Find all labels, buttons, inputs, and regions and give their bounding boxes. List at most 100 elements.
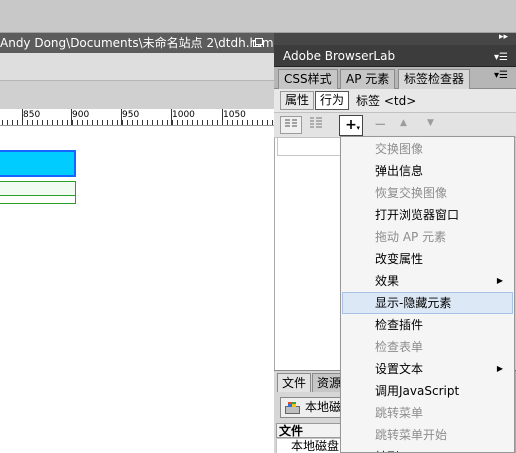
menu-item[interactable]: 检查表单	[342, 336, 513, 358]
toolbar-area	[0, 0, 516, 33]
menu-item-label: 跳转菜单开始	[375, 428, 448, 442]
ruler-tick	[37, 120, 38, 125]
behaviors-toolbar: + ▾ − ▲ ▼	[274, 113, 516, 138]
ruler-tick	[262, 120, 263, 125]
ruler-tick	[12, 120, 13, 125]
submenu-arrow-icon: ▶	[496, 276, 503, 285]
menu-item[interactable]: 显示-隐藏元素	[342, 292, 513, 314]
menu-item-label: 交换图像	[375, 142, 424, 156]
show-all-events-icon[interactable]	[305, 116, 327, 134]
ruler-tick	[87, 120, 88, 125]
ruler-tick	[97, 120, 98, 125]
ruler-tick	[217, 120, 218, 125]
ruler-tick	[267, 120, 268, 125]
ruler-tick	[62, 120, 63, 125]
menu-item[interactable]: 设置文本 ▶	[342, 358, 513, 380]
table-row[interactable]	[0, 196, 76, 204]
ruler-tick	[142, 120, 143, 125]
ruler-tick	[187, 120, 188, 125]
browserlab-panel-header[interactable]: Adobe BrowserLab ▾☰	[274, 45, 516, 67]
tab-css-styles[interactable]: CSS样式	[278, 69, 338, 89]
ruler-label: 850	[23, 110, 41, 120]
menu-item[interactable]: 改变属性	[342, 248, 513, 270]
tag-label: 标签 <td>	[356, 94, 417, 108]
add-behavior-button[interactable]: + ▾	[339, 115, 363, 136]
ruler-tick	[167, 120, 168, 125]
ruler-tick	[232, 120, 233, 125]
events-column-header	[277, 138, 341, 156]
submenu-arrow-icon: ▶	[496, 364, 503, 373]
ruler-tick	[192, 120, 193, 125]
ruler-tick	[272, 120, 273, 125]
ruler-label: 950	[122, 110, 140, 120]
ruler-tick	[17, 120, 18, 125]
tab-tag-inspector[interactable]: 标签检查器	[398, 69, 471, 89]
menu-item-label: 调用JavaScript	[375, 384, 460, 398]
menu-item[interactable]: 调用JavaScript	[342, 380, 513, 402]
files-column-header[interactable]: 文件	[276, 423, 346, 438]
ruler-tick	[72, 120, 73, 125]
ruler-tick	[102, 120, 103, 125]
ruler-tick	[162, 120, 163, 125]
ruler-tick	[47, 120, 48, 125]
menu-item-label: 检查插件	[375, 318, 424, 332]
document-toolbar	[0, 53, 274, 81]
menu-item[interactable]: 弹出信息	[342, 160, 513, 182]
ruler-tick	[212, 120, 213, 125]
ruler-tick	[7, 120, 8, 125]
ruler-tick	[177, 120, 178, 125]
ruler-tick	[112, 120, 113, 125]
add-behavior-menu: 交换图像弹出信息恢复交换图像 打开浏览器窗口 拖动 AP 元素改变属性效果 ▶ 显示-隐…	[340, 136, 515, 453]
local-disk-icon	[285, 402, 300, 414]
menu-item[interactable]: 效果 ▶	[342, 270, 513, 292]
restore-window-icon[interactable]	[253, 38, 263, 47]
show-set-events-icon[interactable]	[280, 116, 302, 134]
ruler-tick	[27, 120, 28, 125]
menu-item[interactable]: 转到 URL	[342, 446, 513, 452]
menu-item[interactable]: 跳转菜单	[342, 402, 513, 424]
panel-tabs: CSS样式 AP 元素 标签检查器 ▾☰	[274, 67, 516, 89]
table-row[interactable]	[0, 181, 76, 196]
menu-item-label: 恢复交换图像	[375, 186, 448, 200]
move-down-icon[interactable]: ▼	[427, 118, 434, 128]
selected-cell[interactable]	[0, 150, 76, 177]
panel-menu-icon[interactable]: ▾☰	[494, 70, 508, 81]
ruler-tick	[32, 120, 33, 125]
menu-item-label: 打开浏览器窗口	[375, 208, 460, 222]
tab-ap-elements[interactable]: AP 元素	[340, 69, 396, 89]
menu-item[interactable]: 打开浏览器窗口	[342, 204, 513, 226]
menu-item-label: 拖动 AP 元素	[375, 230, 447, 244]
menu-item[interactable]: 交换图像	[342, 138, 513, 160]
ruler-tick	[252, 120, 253, 125]
menu-item[interactable]: 跳转菜单开始	[342, 424, 513, 446]
menu-item[interactable]: 恢复交换图像	[342, 182, 513, 204]
ruler-tick	[147, 120, 148, 125]
ruler-tick	[52, 120, 53, 125]
list-item[interactable]: 本地磁盘	[276, 438, 346, 453]
ruler-tick	[152, 120, 153, 125]
panel-menu-icon[interactable]: ▾☰	[494, 47, 508, 69]
ruler-label: 900	[72, 110, 90, 120]
remove-behavior-icon[interactable]: −	[374, 115, 387, 133]
ruler-tick	[182, 120, 183, 125]
menu-item-label: 设置文本	[375, 362, 424, 376]
tab-files[interactable]: 文件	[277, 373, 312, 392]
ruler-label: 1050	[223, 110, 246, 120]
ruler-tick	[77, 120, 78, 125]
ruler-tick	[247, 120, 248, 125]
plus-icon: +	[345, 117, 357, 133]
ruler-tick	[137, 120, 138, 125]
move-up-icon[interactable]: ▲	[400, 118, 407, 128]
ruler-tick	[237, 120, 238, 125]
properties-button[interactable]: 属性	[280, 91, 315, 110]
menu-item-label: 效果	[375, 274, 400, 288]
expand-panels-icon[interactable]: ▸▸	[499, 32, 508, 42]
document-tab[interactable]: Andy Dong\Documents\未命名站点 2\dtdh.html	[0, 33, 274, 53]
menu-item[interactable]: 检查插件	[342, 314, 513, 336]
behaviors-button[interactable]: 行为	[315, 91, 350, 110]
ruler-tick	[202, 120, 203, 125]
ruler-tick	[57, 120, 58, 125]
menu-item-label: 显示-隐藏元素	[375, 296, 452, 310]
browserlab-title: Adobe BrowserLab	[283, 49, 396, 63]
menu-item[interactable]: 拖动 AP 元素	[342, 226, 513, 248]
